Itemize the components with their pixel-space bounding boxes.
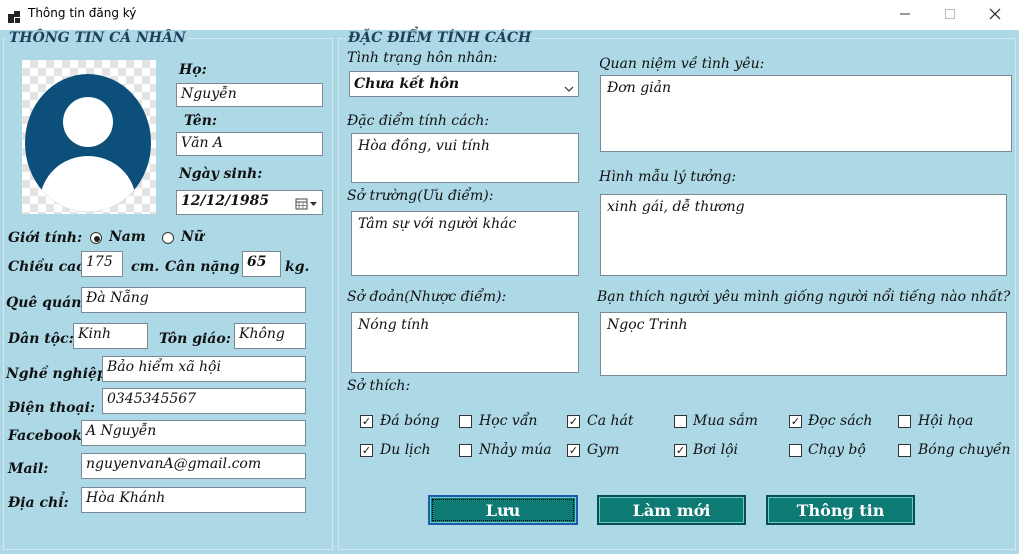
hobby-checkbox-ca-hat[interactable]: ✓ bbox=[567, 415, 580, 428]
nghenghiep-label: Nghề nghiệp: bbox=[6, 366, 112, 382]
hobby-label-mua-sam[interactable]: Mua sắm bbox=[693, 413, 758, 429]
maximize-icon[interactable] bbox=[927, 0, 973, 28]
hobby-checkbox-doc-sach[interactable]: ✓ bbox=[789, 415, 802, 428]
user-avatar-icon bbox=[25, 74, 151, 212]
hobby-label-gym[interactable]: Gym bbox=[587, 442, 619, 458]
chieucao-field[interactable]: 175 bbox=[81, 251, 123, 277]
mail-field[interactable]: nguyenvanA@gmail.com bbox=[81, 453, 306, 479]
facebook-field[interactable]: A Nguyễn bbox=[81, 420, 306, 446]
ho-label: Họ: bbox=[179, 62, 207, 78]
personal-info-title: THÔNG TIN CÁ NHÂN bbox=[7, 30, 188, 46]
chevron-down-icon[interactable] bbox=[563, 79, 575, 92]
dantoc-label: Dân tộc: bbox=[8, 331, 74, 347]
chieucao-unit: cm. bbox=[131, 259, 160, 275]
dacdiem-label: Đặc điểm tính cách: bbox=[347, 113, 490, 129]
diachi-label: Địa chỉ: bbox=[8, 495, 69, 511]
ten-label: Tên: bbox=[184, 113, 218, 129]
minimize-icon[interactable] bbox=[882, 0, 928, 28]
hobby-checkbox-hoc-van[interactable] bbox=[459, 415, 472, 428]
hobby-label-da-bong[interactable]: Đá bóng bbox=[380, 413, 439, 429]
dienthoai-field[interactable]: 0345345567 bbox=[102, 388, 306, 414]
hobby-label-chay-bo[interactable]: Chạy bộ bbox=[808, 442, 866, 458]
honnhan-select[interactable]: Chưa kết hôn bbox=[349, 71, 579, 97]
hobby-label-doc-sach[interactable]: Đọc sách bbox=[808, 413, 872, 429]
hobby-checkbox-da-bong[interactable]: ✓ bbox=[360, 415, 373, 428]
sotruong-field[interactable]: Tâm sự với người khác bbox=[351, 211, 579, 276]
hobby-label-ca-hat[interactable]: Ca hát bbox=[587, 413, 634, 429]
quequan-label: Quê quán: bbox=[6, 295, 87, 311]
hobby-checkbox-nhay-mua[interactable] bbox=[459, 444, 472, 457]
hinhmau-field[interactable]: xinh gái, dễ thương bbox=[600, 194, 1007, 276]
radio-nam[interactable] bbox=[90, 232, 102, 244]
quequan-field[interactable]: Đà Nẵng bbox=[81, 287, 306, 313]
hobby-checkbox-bong-chuyen[interactable] bbox=[898, 444, 911, 457]
hobby-label-boi-loi[interactable]: Bơi lội bbox=[693, 442, 738, 458]
radio-nu[interactable] bbox=[162, 232, 174, 244]
ngaysinh-label: Ngày sinh: bbox=[179, 166, 263, 182]
hobby-checkbox-hoi-hoa[interactable] bbox=[898, 415, 911, 428]
gioitinh-label: Giới tính: bbox=[8, 230, 83, 246]
info-button[interactable]: Thông tin bbox=[766, 495, 915, 525]
hobby-checkbox-boi-loi[interactable]: ✓ bbox=[674, 444, 687, 457]
tongiao-label: Tôn giáo: bbox=[159, 331, 231, 347]
hobby-checkbox-mua-sam[interactable] bbox=[674, 415, 687, 428]
sodoan-label: Sở đoản(Nhược điểm): bbox=[347, 289, 507, 305]
cannang-unit: kg. bbox=[285, 259, 310, 275]
diachi-field[interactable]: Hòa Khánh bbox=[81, 487, 306, 513]
ten-field[interactable]: Văn A bbox=[176, 132, 323, 156]
calendar-dropdown-icon[interactable] bbox=[295, 196, 319, 210]
quanniem-label: Quan niệm về tình yêu: bbox=[599, 56, 765, 72]
hobby-label-hoi-hoa[interactable]: Hội họa bbox=[918, 413, 973, 429]
app-icon bbox=[8, 8, 20, 23]
radio-nu-label[interactable]: Nữ bbox=[181, 229, 204, 245]
hobby-label-du-lich[interactable]: Du lịch bbox=[380, 442, 431, 458]
title-bar: Thông tin đăng ký bbox=[0, 0, 1019, 30]
radio-nam-label[interactable]: Nam bbox=[109, 229, 146, 245]
hinhmau-label: Hình mẫu lý tưởng: bbox=[599, 169, 737, 185]
dienthoai-label: Điện thoại: bbox=[8, 400, 96, 416]
close-icon[interactable] bbox=[972, 0, 1018, 28]
chieucao-label: Chiều cao: bbox=[8, 259, 91, 275]
banthich-label: Bạn thích người yêu mình giống người nổi… bbox=[597, 289, 1011, 305]
honnhan-value: Chưa kết hôn bbox=[354, 76, 460, 92]
hobby-label-hoc-van[interactable]: Học vẩn bbox=[479, 413, 537, 429]
avatar[interactable] bbox=[22, 60, 156, 214]
sotruong-label: Sở trường(Ưu điểm): bbox=[347, 188, 494, 204]
personality-title: ĐẶC ĐIỂM TÍNH CÁCH bbox=[346, 30, 534, 46]
hobby-label-bong-chuyen[interactable]: Bóng chuyền bbox=[918, 442, 1011, 458]
hobby-checkbox-du-lich[interactable]: ✓ bbox=[360, 444, 373, 457]
cannang-label: Cân nặng bbox=[165, 259, 240, 275]
window-title: Thông tin đăng ký bbox=[28, 6, 137, 20]
dacdiem-field[interactable]: Hòa đồng, vui tính bbox=[351, 133, 579, 183]
hobby-checkbox-chay-bo[interactable] bbox=[789, 444, 802, 457]
reset-button[interactable]: Làm mới bbox=[597, 495, 746, 525]
save-button[interactable]: Lưu bbox=[428, 495, 578, 525]
cannang-field[interactable]: 65 bbox=[242, 251, 281, 277]
ho-field[interactable]: Nguyễn bbox=[176, 83, 323, 107]
hobby-checkbox-gym[interactable]: ✓ bbox=[567, 444, 580, 457]
sothich-label: Sở thích: bbox=[347, 378, 411, 394]
sodoan-field[interactable]: Nóng tính bbox=[351, 312, 579, 373]
nghenghiep-field[interactable]: Bảo hiểm xã hội bbox=[102, 356, 306, 382]
banthich-field[interactable]: Ngọc Trinh bbox=[600, 312, 1007, 376]
honnhan-label: Tình trạng hôn nhân: bbox=[347, 50, 498, 66]
tongiao-field[interactable]: Không bbox=[234, 323, 306, 349]
quanniem-field[interactable]: Đơn giản bbox=[600, 75, 1012, 152]
hobby-label-nhay-mua[interactable]: Nhảy múa bbox=[479, 442, 552, 458]
ngaysinh-value: 12/12/1985 bbox=[181, 193, 270, 209]
facebook-label: Facebook: bbox=[8, 428, 88, 444]
mail-label: Mail: bbox=[8, 461, 49, 477]
dantoc-field[interactable]: Kinh bbox=[73, 323, 148, 349]
